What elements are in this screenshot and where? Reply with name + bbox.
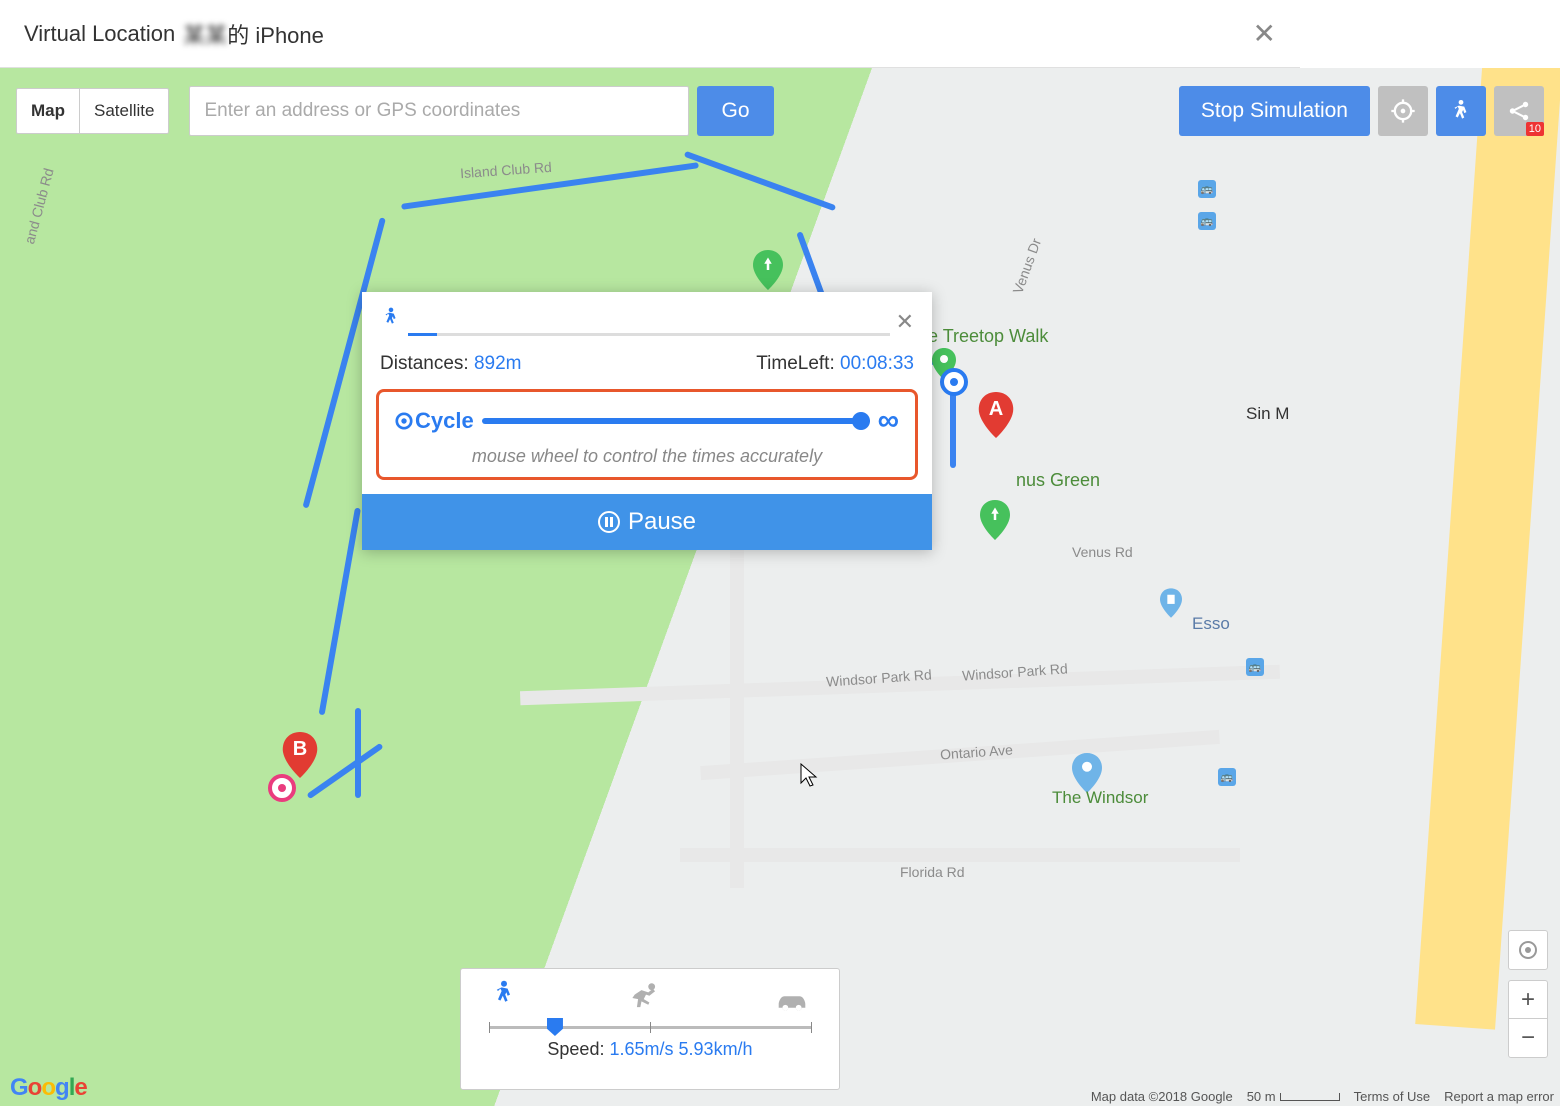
walk-icon bbox=[1448, 98, 1474, 124]
walk-icon bbox=[380, 306, 402, 339]
google-logo: Google bbox=[10, 1074, 87, 1102]
simulation-panel: ✕ Distances: 892m TimeLeft: 00:08:33 Cyc… bbox=[362, 292, 932, 550]
timeleft-value: 00:08:33 bbox=[840, 353, 914, 374]
road bbox=[680, 848, 1240, 862]
target-icon bbox=[395, 412, 413, 430]
cursor-icon bbox=[800, 763, 820, 789]
crosshair-button[interactable] bbox=[1378, 86, 1428, 136]
highway bbox=[1415, 68, 1560, 1030]
current-position-dot bbox=[940, 368, 968, 396]
bus-icon: 🚌 bbox=[1198, 212, 1216, 230]
road-label: Florida Rd bbox=[900, 864, 965, 880]
share-icon bbox=[1506, 98, 1532, 124]
road-label: Venus Rd bbox=[1072, 544, 1133, 560]
zoom-out-button[interactable]: − bbox=[1509, 1019, 1547, 1057]
distances-label: Distances: bbox=[380, 353, 469, 374]
crosshair-icon bbox=[1389, 97, 1417, 125]
go-button[interactable]: Go bbox=[697, 86, 773, 136]
bus-icon: 🚌 bbox=[1246, 658, 1264, 676]
map-type-toggle: Map Satellite bbox=[16, 88, 169, 134]
svg-text:B: B bbox=[293, 738, 308, 760]
car-icon[interactable] bbox=[773, 989, 811, 1020]
toolbar: Map Satellite Go Stop Simulation 10 bbox=[16, 86, 1544, 136]
route-path bbox=[684, 151, 836, 211]
cycle-slider-handle[interactable] bbox=[852, 412, 870, 430]
sin-label: Sin M bbox=[1246, 404, 1289, 424]
title-bar: Virtual Location 某某的 iPhone ✕ bbox=[0, 0, 1300, 68]
map-attribution: Map data ©2018 Google 50 m Terms of Use … bbox=[1091, 1089, 1554, 1104]
speed-slider-handle[interactable] bbox=[547, 1018, 563, 1036]
cycle-hint: mouse wheel to control the times accurat… bbox=[395, 446, 899, 467]
marker-a: A bbox=[978, 392, 1014, 438]
speed-panel: Speed: 1.65m/s 5.93km/h bbox=[460, 968, 840, 1090]
esso-label: Esso bbox=[1192, 614, 1230, 634]
walk-mode-button[interactable] bbox=[1436, 86, 1486, 136]
search-input[interactable] bbox=[189, 86, 689, 136]
share-badge: 10 bbox=[1526, 122, 1544, 136]
distances-value: 892m bbox=[474, 353, 522, 374]
road-label: Island Club Rd bbox=[460, 159, 553, 181]
stop-simulation-button[interactable]: Stop Simulation bbox=[1179, 86, 1370, 136]
map-tab[interactable]: Map bbox=[17, 89, 79, 133]
road-label: Venus Dr bbox=[1009, 236, 1044, 296]
green-label: nus Green bbox=[1016, 470, 1100, 491]
cycle-label: Cycle bbox=[395, 408, 474, 434]
speed-readout: Speed: 1.65m/s 5.93km/h bbox=[481, 1039, 819, 1060]
report-link[interactable]: Report a map error bbox=[1444, 1089, 1554, 1104]
walk-icon[interactable] bbox=[489, 979, 519, 1020]
sim-info-row: Distances: 892m TimeLeft: 00:08:33 bbox=[362, 339, 932, 389]
windsor-label: The Windsor bbox=[1052, 788, 1148, 808]
infinity-icon: ∞ bbox=[878, 406, 899, 436]
timeleft-label: TimeLeft: bbox=[756, 353, 835, 374]
poi-pin-gas bbox=[1160, 588, 1182, 618]
close-icon[interactable]: ✕ bbox=[1253, 20, 1276, 48]
road-label: and Club Rd bbox=[21, 166, 57, 245]
speed-slider[interactable] bbox=[489, 1026, 811, 1029]
run-icon[interactable] bbox=[629, 981, 663, 1020]
pause-button[interactable]: Pause bbox=[362, 494, 932, 550]
svg-text:A: A bbox=[989, 398, 1004, 420]
route-path bbox=[319, 507, 361, 715]
poi-pin bbox=[753, 250, 783, 290]
satellite-tab[interactable]: Satellite bbox=[79, 89, 168, 133]
cycle-slider[interactable] bbox=[482, 418, 870, 424]
zoom-in-button[interactable]: + bbox=[1509, 981, 1547, 1019]
target-dot bbox=[268, 774, 296, 802]
copyright-text: Map data ©2018 Google bbox=[1091, 1089, 1233, 1104]
progress-bar bbox=[408, 333, 890, 336]
pause-icon bbox=[598, 511, 620, 533]
marker-b: B bbox=[282, 732, 318, 778]
road-label: Ontario Ave bbox=[940, 741, 1014, 762]
bus-icon: 🚌 bbox=[1198, 180, 1216, 198]
bus-icon: 🚌 bbox=[1218, 768, 1236, 786]
share-button[interactable]: 10 bbox=[1494, 86, 1544, 136]
route-path bbox=[355, 708, 361, 798]
map-canvas[interactable]: 🚌 🚌 🚌 🚌 A B Windsor Nature Park Macritch… bbox=[0, 68, 1560, 1106]
panel-close-button[interactable]: ✕ bbox=[896, 309, 914, 339]
terms-link[interactable]: Terms of Use bbox=[1354, 1089, 1431, 1104]
zoom-control: + − bbox=[1508, 980, 1548, 1058]
poi-pin bbox=[980, 500, 1010, 540]
poi-pin-generic bbox=[1072, 753, 1102, 793]
scale-text: 50 m bbox=[1247, 1089, 1340, 1104]
locate-button[interactable] bbox=[1508, 930, 1548, 970]
cycle-highlight-box: Cycle ∞ mouse wheel to control the times… bbox=[376, 389, 918, 480]
route-path bbox=[950, 388, 956, 468]
device-name: 某某的 iPhone bbox=[183, 18, 324, 50]
app-title: Virtual Location bbox=[24, 21, 175, 47]
